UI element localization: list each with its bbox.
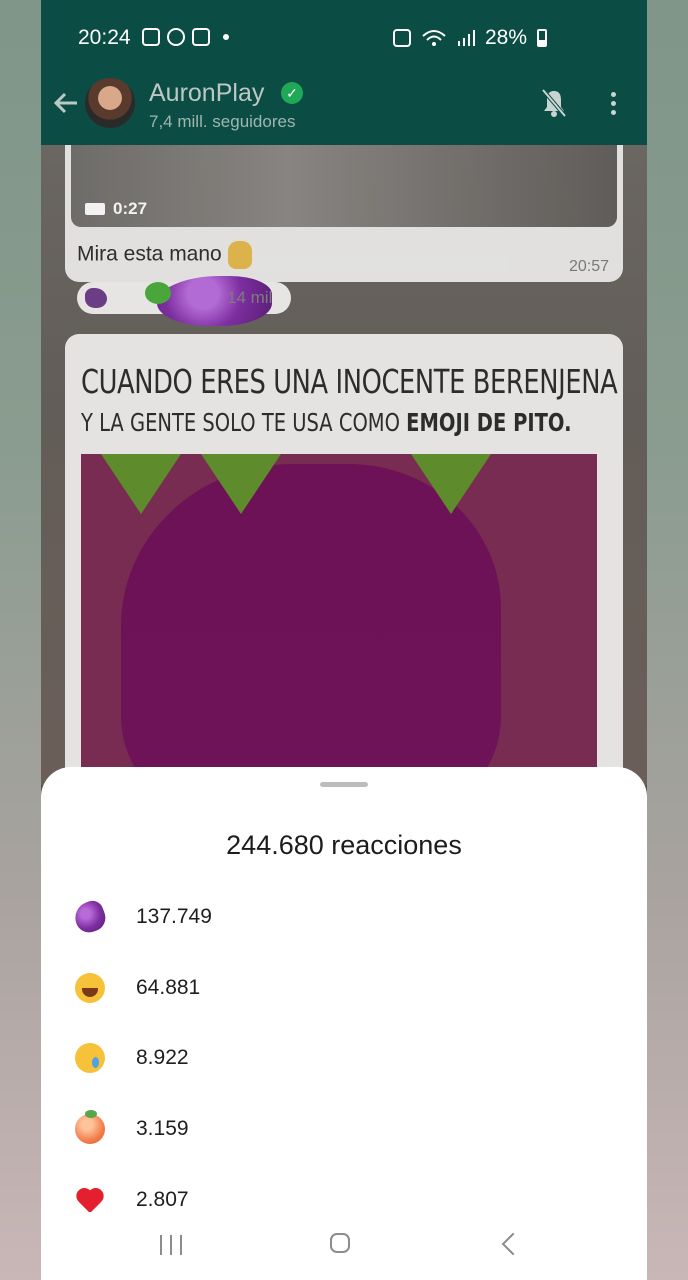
more-notifications-icon [223,34,229,40]
reactions-total: 244.680 reacciones [226,830,462,860]
video-duration: 0:27 [85,199,147,219]
message-caption: Mira esta mano [77,242,222,266]
video-duration-label: 0:27 [113,199,148,218]
reaction-row-eggplant[interactable]: 137.749 [70,897,615,938]
arrow-left-icon[interactable] [51,88,81,118]
bell-off-icon[interactable] [541,88,567,118]
reaction-count: 3.159 [136,1117,189,1140]
reaction-count: 64.881 [136,976,201,999]
message-text: Mira esta mano [77,241,252,269]
channel-name[interactable]: AuronPlay [149,79,264,108]
leaf-shape [411,454,491,514]
meme-subtitle-bold: EMOJI DE PITO. [406,408,572,437]
peach-icon [75,1110,105,1144]
meme-title: CUANDO ERES UNA INOCENTE BERENJENA [81,362,618,401]
status-time: 20:24 [78,26,131,49]
signal-icon [457,30,475,46]
reactions-count: 14 mil [227,288,273,307]
notification-app-icon [142,28,160,46]
eggplant-icon [85,288,107,308]
sync-icon [392,29,411,47]
whatsapp-icon [167,28,185,46]
meme-image[interactable] [81,454,597,794]
reaction-count: 137.749 [136,905,212,928]
followers-count[interactable]: 7,4 mill. seguidores [149,112,295,132]
reactions-pill[interactable]: 14 mil [77,276,291,326]
system-status: 28% [392,26,547,50]
more-vertical-icon[interactable] [611,92,617,116]
video-thumbnail[interactable]: 0:27 [71,145,617,227]
message-time: 20:57 [568,258,609,275]
notification-app-icon [192,28,210,46]
back-icon[interactable] [501,1232,525,1256]
phone-screen: 20:24 28% AuronPlay ✓ 7,4 mill. seguidor… [41,0,647,1280]
reaction-count: 8.922 [136,1046,189,1069]
meme-subtitle-plain: Y LA GENTE SOLO TE USA COMO [81,408,400,437]
verified-check-icon: ✓ [281,82,303,104]
meme-subtitle: Y LA GENTE SOLO TE USA COMO EMOJI DE PIT… [81,408,571,437]
drag-handle[interactable] [320,782,368,787]
status-bar: 20:24 28% [41,0,647,76]
video-message-bubble[interactable]: 0:27 Mira esta mano 20:57 [65,145,623,282]
reaction-row-crying[interactable]: 8.922 [75,1039,615,1079]
system-navigation-bar [41,1212,647,1280]
eggplant-icon [70,897,110,937]
image-message-bubble[interactable]: CUANDO ERES UNA INOCENTE BERENJENA Y LA … [65,334,623,794]
recent-apps-icon[interactable] [160,1235,182,1255]
laughing-tears-icon [75,973,105,1003]
reaction-row-peach[interactable]: 3.159 [75,1110,615,1150]
channel-header: AuronPlay ✓ 7,4 mill. seguidores [41,76,647,145]
reaction-count: 2.807 [136,1188,189,1211]
chat-area: 0:27 Mira esta mano 20:57 14 mil CUANDO … [41,145,647,794]
crying-face-icon [75,1043,105,1073]
video-camera-icon [85,203,105,215]
avatar[interactable] [85,78,135,128]
red-heart-icon [75,1185,105,1215]
notification-icons [142,28,229,46]
wifi-icon [422,30,446,46]
leaf-shape [101,454,181,514]
battery-icon [537,29,547,47]
battery-percent: 28% [484,26,527,49]
reactions-bottom-sheet: 244.680 reacciones 137.749 64.881 8.922 … [41,767,647,1280]
home-icon[interactable] [330,1233,350,1253]
raised-hand-icon [227,241,252,269]
reaction-row-laughing[interactable]: 64.881 [75,969,615,1009]
leaf-shape [201,454,281,514]
